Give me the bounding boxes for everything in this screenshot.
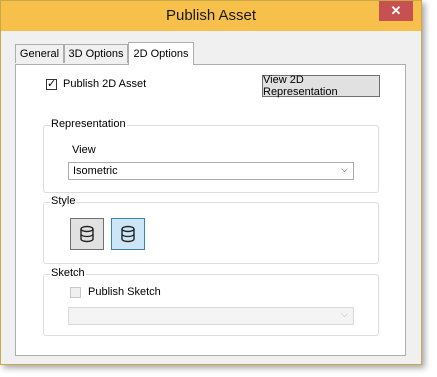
publish-2d-checkbox[interactable]: ✓ [46, 79, 57, 90]
close-button[interactable]: ✕ [379, 1, 413, 21]
window-title: Publish Asset [165, 7, 257, 24]
view-dropdown-value: Isometric [73, 165, 118, 177]
cylinder-shaded-icon [80, 225, 94, 243]
style-group: Style [43, 195, 379, 264]
tab-2d-options-label: 2D Options [133, 48, 189, 60]
view-dropdown[interactable]: Isometric ⌵ [68, 162, 354, 180]
sketch-group: Sketch Publish Sketch ⌵ [43, 267, 379, 336]
view-label: View [72, 144, 96, 156]
representation-group: Representation View Isometric ⌵ [43, 118, 379, 193]
tab-2d-options[interactable]: 2D Options [128, 42, 194, 65]
sketch-legend: Sketch [50, 267, 86, 279]
close-icon: ✕ [390, 3, 402, 18]
style-option-shaded[interactable] [70, 218, 104, 250]
tab-general-label: General [19, 48, 60, 60]
tab-3d-options-label: 3D Options [68, 48, 124, 60]
title-bar: Publish Asset ✕ [1, 1, 421, 31]
view-2d-representation-button[interactable]: View 2D Representation [262, 74, 380, 98]
tab-3d-options[interactable]: 3D Options [64, 44, 128, 63]
representation-legend: Representation [50, 118, 127, 130]
tab-panel-2d-options: ✓ Publish 2D Asset View 2D Representatio… [15, 64, 406, 356]
view-2d-representation-label: View 2D Representation [263, 74, 338, 98]
style-option-outline[interactable] [111, 218, 145, 250]
publish-2d-label: Publish 2D Asset [63, 78, 147, 90]
chevron-down-icon: ⌵ [341, 309, 348, 319]
style-legend: Style [50, 195, 77, 207]
publish-sketch-checkbox[interactable] [70, 287, 81, 298]
chevron-down-icon: ⌵ [341, 164, 348, 174]
publish-sketch-label: Publish Sketch [88, 286, 161, 298]
publish-asset-dialog: Publish Asset ✕ General 3D Options 2D Op… [0, 0, 422, 365]
tab-general[interactable]: General [15, 44, 64, 63]
cylinder-outline-icon [121, 225, 135, 243]
sketch-dropdown[interactable]: ⌵ [68, 307, 354, 325]
checkmark-icon: ✓ [47, 78, 57, 90]
